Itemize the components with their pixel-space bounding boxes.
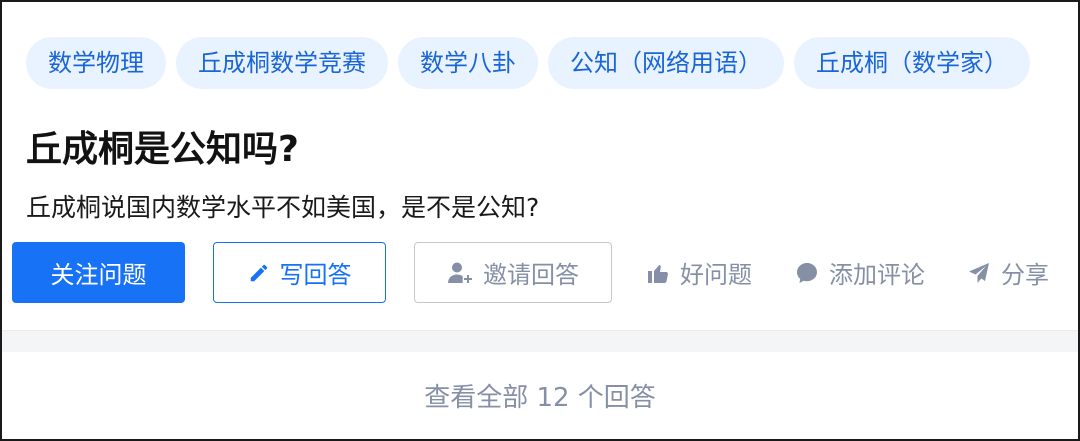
view-all-answers-link[interactable]: 查看全部 12 个回答 (2, 352, 1078, 439)
good-question-label: 好问题 (680, 261, 752, 289)
add-comment-button[interactable]: 添加评论 (795, 242, 925, 303)
write-answer-label: 写回答 (279, 261, 352, 289)
topic-tag[interactable]: 公知（网络用语） (548, 37, 784, 89)
follow-question-button[interactable]: 关注问题 (12, 242, 185, 303)
invite-answer-label: 邀请回答 (483, 261, 579, 289)
question-title[interactable]: 丘成桐是公知吗? (26, 124, 299, 176)
section-divider (2, 330, 1078, 353)
share-button[interactable]: 分享 (967, 242, 1049, 303)
topic-tags: 数学物理 丘成桐数学竞赛 数学八卦 公知（网络用语） 丘成桐（数学家） (26, 37, 1030, 89)
question-detail: 丘成桐说国内数学水平不如美国，是不是公知? (26, 193, 540, 222)
add-comment-label: 添加评论 (829, 261, 925, 289)
share-label: 分享 (1001, 261, 1049, 289)
paper-plane-icon (969, 262, 989, 283)
comment-bubble-icon (797, 262, 817, 283)
topic-tag[interactable]: 数学物理 (26, 37, 166, 89)
thumbs-up-icon (648, 264, 668, 283)
follow-question-label: 关注问题 (50, 261, 147, 289)
good-question-button[interactable]: 好问题 (646, 242, 752, 303)
topic-tag[interactable]: 丘成桐（数学家） (794, 37, 1030, 89)
write-answer-button[interactable]: 写回答 (213, 242, 386, 303)
topic-tag[interactable]: 丘成桐数学竞赛 (176, 37, 388, 89)
question-card: 数学物理 丘成桐数学竞赛 数学八卦 公知（网络用语） 丘成桐（数学家） 丘成桐是… (2, 2, 1078, 330)
question-page: 数学物理 丘成桐数学竞赛 数学八卦 公知（网络用语） 丘成桐（数学家） 丘成桐是… (0, 0, 1080, 441)
topic-tag[interactable]: 数学八卦 (398, 37, 538, 89)
pencil-icon (250, 264, 267, 281)
add-user-icon (448, 262, 472, 283)
question-actions: 关注问题 写回答 邀请回答 好问题 添加评论 分享 (12, 242, 1072, 303)
invite-answer-button[interactable]: 邀请回答 (414, 242, 612, 303)
